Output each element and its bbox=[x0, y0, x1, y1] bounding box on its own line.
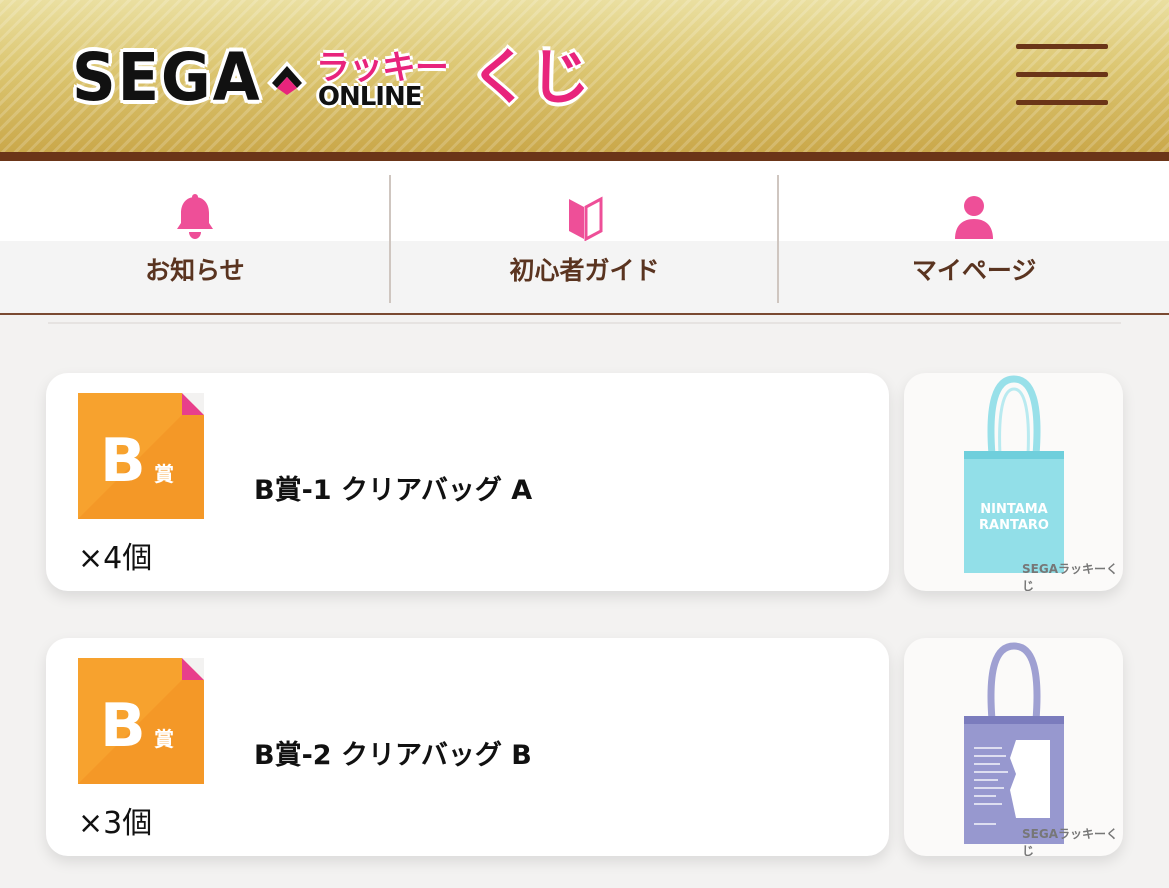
hamburger-menu-icon[interactable] bbox=[1016, 44, 1108, 106]
prize-rank-badge: B 賞 bbox=[78, 393, 204, 519]
logo-sega-text: SEGA bbox=[72, 39, 262, 116]
person-icon bbox=[955, 196, 994, 239]
svg-text:RANTARO: RANTARO bbox=[979, 518, 1049, 533]
prize-thumbnail[interactable]: SEGAラッキーくじ bbox=[904, 638, 1123, 856]
clear-bag-a-image: NINTAMA RANTARO bbox=[964, 375, 1064, 573]
nav-divider bbox=[777, 175, 779, 303]
site-logo[interactable]: SEGA ラッキー ONLINE くじ bbox=[72, 38, 590, 118]
logo-lucky-online: ラッキー ONLINE bbox=[316, 38, 476, 118]
clear-bag-b-image bbox=[964, 642, 1064, 844]
watermark-logo: SEGAラッキーくじ bbox=[1022, 562, 1118, 591]
beginner-mark-icon bbox=[568, 196, 602, 241]
logo-online-text: ONLINE bbox=[317, 82, 423, 112]
logo-spade-icon bbox=[266, 61, 307, 95]
site-header: SEGA ラッキー ONLINE くじ bbox=[0, 0, 1169, 152]
header-divider bbox=[0, 152, 1169, 161]
badge-suffix: 賞 bbox=[154, 727, 174, 751]
nav-divider bbox=[389, 175, 391, 303]
prize-thumbnail[interactable]: NINTAMA RANTARO SEGAラッキーくじ bbox=[904, 373, 1123, 591]
nav-item-news[interactable]: お知らせ bbox=[0, 161, 390, 313]
main-nav: お知らせ 初心者ガイド マイページ bbox=[0, 161, 1169, 315]
nav-item-beginner-guide[interactable]: 初心者ガイド bbox=[390, 161, 780, 313]
prize-card[interactable]: B 賞 B賞-2 クリアバッグ B ×3個 bbox=[46, 638, 889, 856]
badge-suffix: 賞 bbox=[154, 462, 174, 486]
content-top-border bbox=[48, 322, 1121, 324]
prize-card[interactable]: B 賞 B賞-1 クリアバッグ A ×4個 bbox=[46, 373, 889, 591]
prize-name: B賞-2 クリアバッグ B bbox=[254, 740, 532, 771]
prize-rank-badge: B 賞 bbox=[78, 658, 204, 784]
nav-item-mypage[interactable]: マイページ bbox=[779, 161, 1169, 313]
watermark-logo: SEGAラッキーくじ bbox=[1022, 827, 1118, 856]
prize-count: ×3個 bbox=[78, 806, 153, 841]
nav-label-mypage: マイページ bbox=[911, 256, 1037, 285]
prize-name: B賞-1 クリアバッグ A bbox=[254, 475, 533, 506]
badge-letter: B bbox=[100, 426, 146, 496]
nav-label-beginner-guide: 初心者ガイド bbox=[509, 256, 660, 285]
bell-icon bbox=[176, 194, 213, 239]
logo-kuji-text: くじ bbox=[469, 43, 590, 113]
nav-label-news: お知らせ bbox=[145, 256, 245, 285]
svg-text:NINTAMA: NINTAMA bbox=[980, 502, 1048, 517]
badge-letter: B bbox=[100, 691, 146, 761]
prize-count: ×4個 bbox=[78, 541, 153, 576]
